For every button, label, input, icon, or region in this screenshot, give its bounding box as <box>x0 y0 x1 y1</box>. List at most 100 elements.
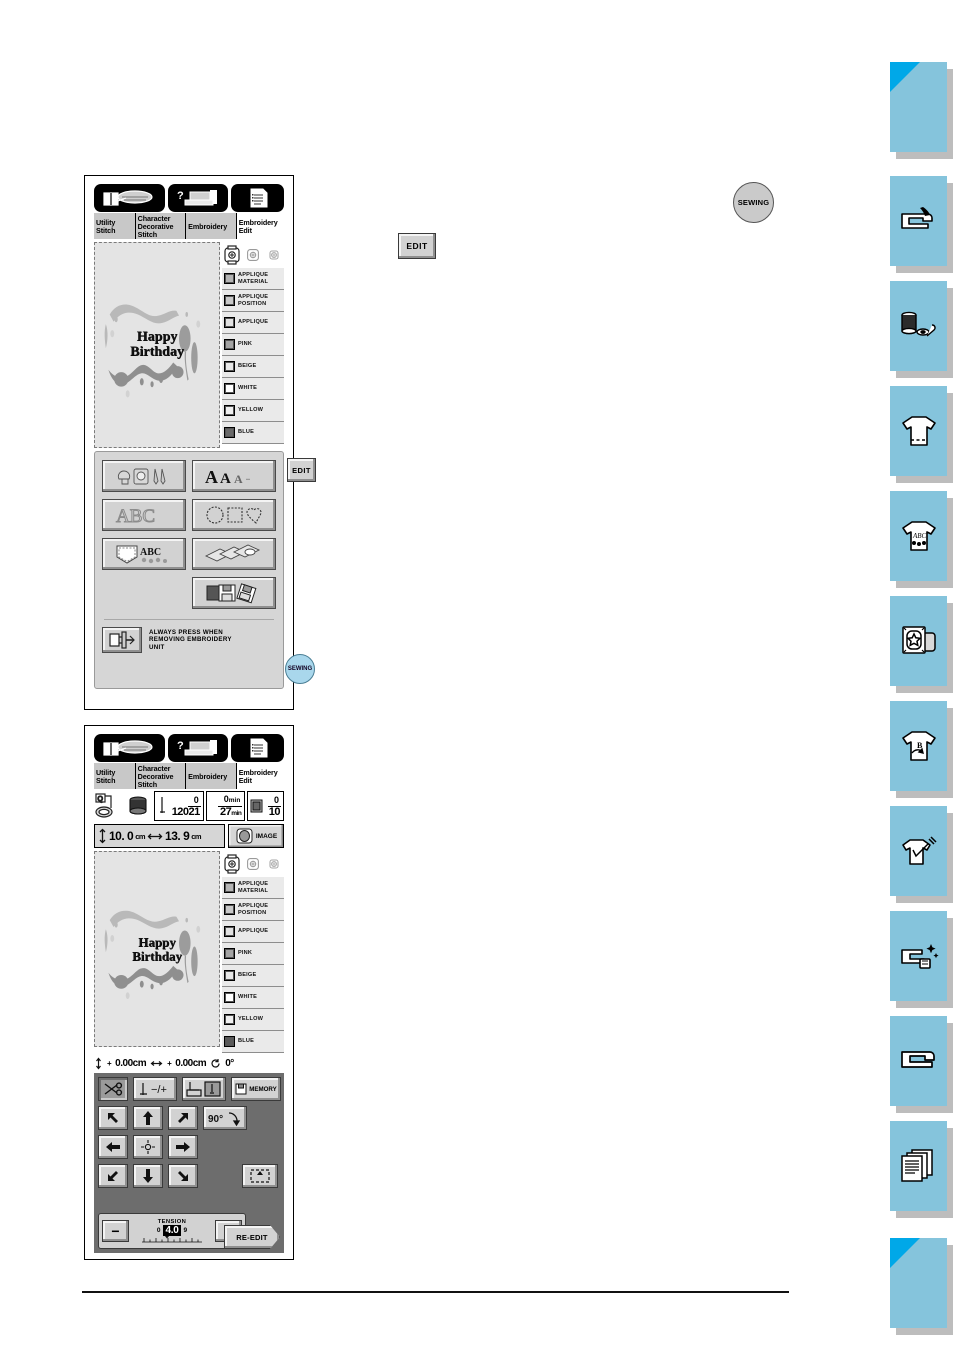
thread-cut-button[interactable] <box>98 1077 128 1101</box>
move-down-button[interactable] <box>133 1164 163 1188</box>
tab-embroidery-edit[interactable]: Embroidery Edit <box>236 213 284 239</box>
center-design-button[interactable] <box>133 1135 163 1159</box>
alphabet-sizes-button[interactable]: AA A.. <box>192 460 276 492</box>
re-edit-button[interactable]: RE-EDIT <box>224 1225 280 1249</box>
manual-book-icon[interactable] <box>94 734 165 762</box>
color-row[interactable]: APPLIQUE MATERIAL <box>222 268 284 290</box>
color-row[interactable]: WHITE <box>222 378 284 400</box>
sidebar-tab-embroidery-edit[interactable]: B <box>890 701 953 798</box>
sidebar-tab-cover[interactable] <box>890 62 953 159</box>
sewing-controls-panel: −/+ MEMORY 90° − TENSION 0 4.0 9 RE-EDIT <box>94 1073 284 1253</box>
sidebar-tab-embroidery[interactable] <box>890 596 953 693</box>
color-row[interactable]: BEIGE <box>222 965 284 987</box>
sidebar-tab-back-cover[interactable] <box>890 1238 953 1335</box>
color-row[interactable]: PINK <box>222 943 284 965</box>
sidebar-tab-utility-stitches[interactable] <box>890 386 953 483</box>
settings-list-icon[interactable] <box>231 184 284 212</box>
pocket-monogram-button[interactable]: ABC <box>102 538 186 570</box>
move-down-left-button[interactable] <box>98 1164 128 1188</box>
hoop-large-icon[interactable] <box>222 852 243 876</box>
color-row[interactable]: BLUE <box>222 1031 284 1053</box>
help-machine-icon[interactable]: ? <box>167 734 229 762</box>
color-row[interactable]: WHITE <box>222 987 284 1009</box>
color-swatch <box>224 383 235 394</box>
design-preview-screen1[interactable]: Happy Birthday <box>94 242 220 448</box>
card-designs-button[interactable] <box>192 538 276 570</box>
mode-tab-bar: Utility Stitch Character Decorative Stitch … <box>94 213 284 239</box>
move-down-right-button[interactable] <box>168 1164 198 1188</box>
hoop-medium-icon[interactable] <box>243 243 264 267</box>
settings-list-icon[interactable] <box>231 734 284 762</box>
color-row[interactable]: APPLIQUE <box>222 312 284 334</box>
help-machine-icon[interactable]: ? <box>167 184 229 212</box>
design-width-value: 13. 9 <box>165 829 190 843</box>
tension-minus-button[interactable]: − <box>102 1220 129 1242</box>
color-label-line1: APPLIQUE <box>238 903 269 910</box>
move-right-button[interactable] <box>168 1135 198 1159</box>
time-total-unit: min <box>231 809 242 817</box>
remove-embroidery-unit-button[interactable] <box>102 627 142 653</box>
tab-embroidery-edit[interactable]: Embroidery Edit <box>236 763 284 789</box>
abc-font-button[interactable]: ABC <box>102 499 186 531</box>
color-row[interactable]: BLUE <box>222 422 284 444</box>
color-swatch <box>224 970 235 981</box>
tab-embroidery[interactable]: Embroidery <box>186 213 237 239</box>
hoop-medium-icon[interactable] <box>243 852 264 876</box>
embroidery-patterns-button[interactable] <box>102 460 186 492</box>
image-button[interactable]: IMAGE <box>228 824 284 848</box>
tension-scale[interactable] <box>142 1236 202 1243</box>
frame-shapes-button[interactable] <box>192 499 276 531</box>
move-arrows-row-top <box>98 1106 198 1130</box>
move-up-button[interactable] <box>133 1106 163 1130</box>
tab-character-decorative-stitch[interactable]: Character Decorative Stitch <box>135 763 187 789</box>
move-left-button[interactable] <box>98 1135 128 1159</box>
color-row[interactable]: PINK <box>222 334 284 356</box>
hoop-small-icon[interactable] <box>263 852 284 876</box>
color-row[interactable]: BEIGE <box>222 356 284 378</box>
trial-boundary-button[interactable] <box>242 1164 278 1188</box>
callout-edit-button[interactable]: EDIT <box>398 233 436 259</box>
color-label: APPLIQUE MATERIAL <box>238 881 268 893</box>
sidebar-tab-maintenance[interactable] <box>890 911 953 1008</box>
memory-card-button[interactable] <box>192 577 276 609</box>
start-point-button[interactable] <box>182 1077 226 1101</box>
rotate-90-button[interactable]: 90° <box>203 1106 247 1130</box>
edit-button-screen1[interactable]: EDIT <box>287 458 316 482</box>
sidebar-tab-decorative-stitches[interactable]: ABC <box>890 491 953 588</box>
tab-utility-stitch[interactable]: Utility Stitch <box>94 213 136 239</box>
arrow-down-icon <box>143 1169 153 1183</box>
controls-row-2: 90° <box>98 1106 280 1130</box>
tab-character-decorative-stitch[interactable]: Character Decorative Stitch <box>135 213 187 239</box>
move-up-right-button[interactable] <box>168 1106 198 1130</box>
color-label-line1: BLUE <box>238 429 255 436</box>
color-row[interactable]: APPLIQUE POSITION <box>222 899 284 921</box>
design-line1: Happy <box>138 934 176 950</box>
sidebar-tab-appliques[interactable] <box>890 806 953 903</box>
sidebar-tab-troubleshooting[interactable] <box>890 1016 953 1113</box>
color-label: APPLIQUE MATERIAL <box>238 272 268 284</box>
needle-position-button[interactable]: −/+ <box>133 1077 177 1101</box>
hoop-small-icon[interactable] <box>263 243 284 267</box>
hoop-large-icon[interactable] <box>222 243 243 267</box>
tab-utility-stitch[interactable]: Utility Stitch <box>94 763 136 789</box>
color-row[interactable]: YELLOW <box>222 1009 284 1031</box>
color-label-line2: MATERIAL <box>238 887 269 894</box>
color-row[interactable]: APPLIQUE <box>222 921 284 943</box>
color-row[interactable]: YELLOW <box>222 400 284 422</box>
stitch-count-total: 12021 <box>171 805 201 818</box>
sewing-button-screen1[interactable]: SEWING <box>285 654 315 684</box>
sidebar-tab-machine-overview[interactable] <box>890 176 953 273</box>
color-row[interactable]: APPLIQUE POSITION <box>222 290 284 312</box>
color-row[interactable]: APPLIQUE MATERIAL <box>222 877 284 899</box>
needle-icon <box>160 797 165 813</box>
design-preview-screen2[interactable]: Happy Birthday <box>94 851 220 1047</box>
color-label-line1: BEIGE <box>238 972 257 979</box>
sidebar-tab-index[interactable] <box>890 1121 953 1218</box>
controls-row-3 <box>98 1135 280 1159</box>
manual-book-icon[interactable] <box>94 184 165 212</box>
move-up-left-button[interactable] <box>98 1106 128 1130</box>
memory-button[interactable]: MEMORY <box>231 1077 281 1101</box>
sidebar-tab-thread-accessories[interactable] <box>890 281 953 378</box>
tab-embroidery[interactable]: Embroidery <box>186 763 237 789</box>
callout-sewing-button[interactable]: SEWING <box>733 182 774 223</box>
